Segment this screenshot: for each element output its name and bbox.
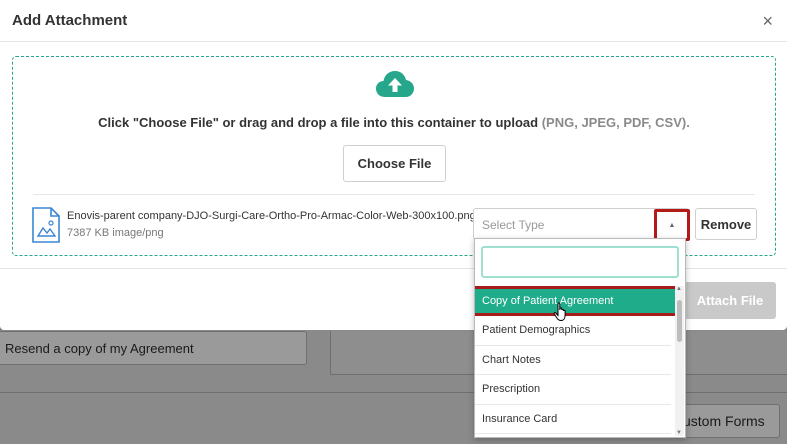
modal-title: Add Attachment (12, 12, 128, 29)
attach-file-button[interactable]: Attach File (684, 282, 776, 319)
scroll-down-icon[interactable]: ▼ (676, 430, 682, 436)
dropdown-search-input[interactable] (481, 246, 679, 278)
custom-forms-button: ustom Forms (670, 404, 780, 438)
image-file-icon (32, 207, 60, 243)
option-patient-demographics[interactable]: Patient Demographics (475, 316, 671, 346)
dropdown-scrollbar[interactable]: ▲ ▼ (675, 286, 684, 436)
resend-agreement-button: Resend a copy of my Agreement (0, 331, 307, 365)
upload-instructions: Click "Choose File" or drag and drop a f… (13, 115, 775, 130)
close-icon[interactable]: × (762, 12, 775, 30)
dropdown-options-list: Copy of Patient Agreement Patient Demogr… (475, 286, 681, 434)
dropzone-divider (33, 194, 755, 195)
upload-instruction-text: Click "Choose File" or drag and drop a f… (98, 115, 539, 130)
select-type-dropdown[interactable]: Select Type ▲ (473, 208, 690, 241)
select-type-placeholder: Select Type (482, 218, 545, 232)
option-chart-notes[interactable]: Chart Notes (475, 346, 671, 375)
scrollbar-thumb[interactable] (677, 300, 682, 342)
accepted-formats: (PNG, JPEG, PDF, CSV). (541, 115, 690, 130)
modal-header: Add Attachment × (0, 0, 787, 42)
file-size-type: 7387 KB image/png (67, 227, 164, 239)
cloud-upload-icon (376, 71, 414, 97)
choose-file-button[interactable]: Choose File (343, 145, 446, 182)
remove-button[interactable]: Remove (695, 208, 757, 240)
option-copy-of-patient-agreement[interactable]: Copy of Patient Agreement (475, 286, 681, 316)
file-name: Enovis-parent company-DJO-Surgi-Care-Ort… (67, 210, 476, 222)
type-dropdown-menu: Copy of Patient Agreement Patient Demogr… (474, 238, 686, 438)
upload-dropzone[interactable]: Click "Choose File" or drag and drop a f… (12, 56, 776, 256)
chevron-up-icon[interactable]: ▲ (654, 209, 690, 241)
option-insurance-card[interactable]: Insurance Card (475, 405, 671, 434)
hand-cursor-icon (553, 302, 566, 322)
option-prescription[interactable]: Prescription (475, 375, 671, 405)
scroll-up-icon[interactable]: ▲ (676, 286, 682, 292)
